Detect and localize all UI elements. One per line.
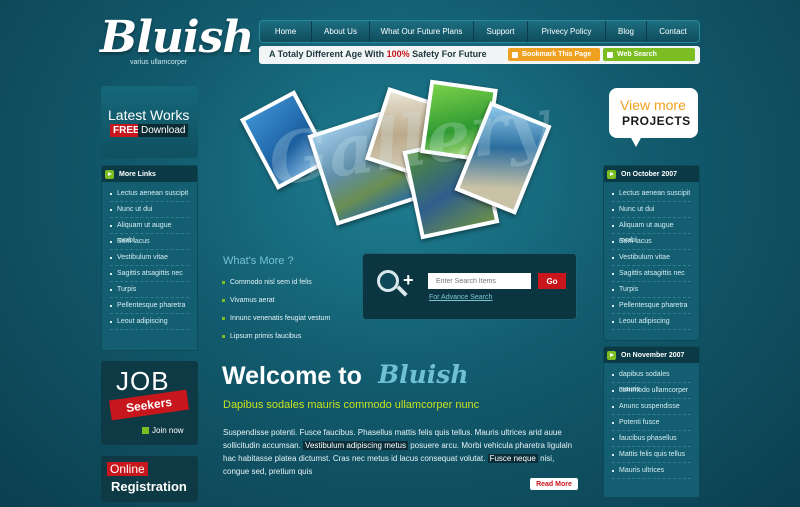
- arrow-icon: [607, 51, 613, 58]
- advance-search-link[interactable]: For Advance Search: [429, 294, 492, 301]
- more-links-header: More Links: [102, 166, 197, 182]
- list-item[interactable]: Lectus aenean suscipit: [612, 186, 691, 202]
- download-label[interactable]: Download: [138, 124, 189, 137]
- bubble-tail: [630, 136, 642, 147]
- join-now-label: Join now: [152, 426, 184, 435]
- online-badge: Online: [107, 462, 148, 476]
- list-item[interactable]: Aliquam ut augue morbi: [612, 218, 691, 244]
- nav-contact[interactable]: Contact: [647, 21, 699, 42]
- search-icon: [377, 270, 399, 292]
- list-item[interactable]: Pellentesque pharetra: [110, 298, 189, 314]
- bookmark-label: Bookmark This Page: [522, 51, 592, 58]
- whats-more-list: Commodo nisl sem id felis Vivamus aerat …: [222, 279, 330, 351]
- paragraph-highlight: Vestibulum adipiscing metus: [303, 441, 408, 450]
- more-links-panel: More Links Lectus aenean suscipit Nunc u…: [101, 165, 198, 351]
- view-more-label: View more: [620, 97, 686, 113]
- list-item[interactable]: Innunc venenatis feugiat vestum: [222, 315, 330, 333]
- nav-about-us[interactable]: About Us: [312, 21, 370, 42]
- list-item[interactable]: Commodo nisl sem id felis: [222, 279, 330, 297]
- view-more-projects-bubble[interactable]: [609, 88, 698, 138]
- november-title: On November 2007: [621, 351, 685, 359]
- nav-home[interactable]: Home: [260, 21, 312, 42]
- november-list: dapibus sodales mauris commodo ullamcorp…: [604, 363, 699, 479]
- logo-tagline: varius ullamcorper: [130, 59, 188, 66]
- list-item[interactable]: Leout adipiscing: [612, 314, 691, 330]
- plus-icon: +: [403, 270, 414, 290]
- list-item[interactable]: Mauris ultrices: [612, 463, 691, 479]
- registration-title: Registration: [111, 479, 187, 494]
- october-list: Lectus aenean suscipit Nunc ut dui Aliqu…: [604, 182, 699, 330]
- welcome-paragraph: Suspendisse potenti. Fusce faucibus. Pha…: [223, 426, 581, 478]
- october-header: On October 2007: [604, 166, 699, 182]
- list-item[interactable]: commodo ullamcorper: [612, 383, 691, 399]
- arrow-icon: [607, 350, 616, 360]
- list-item[interactable]: Nunc ut dui: [110, 202, 189, 218]
- paragraph-highlight: Fusce neque: [487, 454, 538, 463]
- list-item[interactable]: dapibus sodales mauris: [612, 367, 691, 393]
- main-nav: Home About Us What Our Future Plans Supp…: [259, 20, 700, 43]
- list-item[interactable]: Anunc suspendisse: [612, 399, 691, 415]
- list-item[interactable]: Pellentesque pharetra: [612, 298, 691, 314]
- november-panel: On November 2007 dapibus sodales mauris …: [603, 346, 700, 498]
- more-links-title: More Links: [119, 170, 156, 178]
- welcome-title: Welcome to: [222, 362, 362, 390]
- nav-blog[interactable]: Blog: [606, 21, 647, 42]
- tagline-text: A Totaly Different Age With: [269, 49, 387, 59]
- list-item[interactable]: Turpis: [110, 282, 189, 298]
- list-item[interactable]: Vivamus aerat: [222, 297, 330, 315]
- web-search-button[interactable]: Web Search: [603, 48, 695, 61]
- bookmark-icon: [512, 51, 518, 58]
- join-now-link[interactable]: Join now: [142, 426, 184, 435]
- list-item[interactable]: Aliquam ut augue morbi: [110, 218, 189, 244]
- welcome-brand: Bluish: [378, 360, 469, 389]
- web-search-label: Web Search: [617, 51, 657, 58]
- october-title: On October 2007: [621, 170, 678, 178]
- whats-more-title: What's More ?: [223, 255, 294, 267]
- list-item[interactable]: faucibus phasellus: [612, 431, 691, 447]
- list-item[interactable]: Nunc ut dui: [612, 202, 691, 218]
- list-item[interactable]: Vestibulum vitae: [110, 250, 189, 266]
- nav-privacy-policy[interactable]: Privecy Policy: [528, 21, 606, 42]
- welcome-subheading: Dapibus sodales mauris commodo ullamcorp…: [223, 399, 480, 411]
- search-input[interactable]: [428, 273, 531, 289]
- list-item[interactable]: Potenti fusce: [612, 415, 691, 431]
- list-item[interactable]: Lipsum primis faucibus: [222, 333, 330, 351]
- nav-future-plans[interactable]: What Our Future Plans: [370, 21, 474, 42]
- bookmark-button[interactable]: Bookmark This Page: [508, 48, 600, 61]
- arrow-icon: [607, 169, 616, 179]
- list-item[interactable]: Vestibulum vitae: [612, 250, 691, 266]
- list-item[interactable]: Lectus aenean suscipit: [110, 186, 189, 202]
- list-item[interactable]: Sagittis atsagittis nec: [612, 266, 691, 282]
- list-item[interactable]: Sem lacus: [110, 234, 189, 250]
- arrow-icon: [105, 169, 114, 179]
- arrow-icon: [142, 427, 149, 434]
- list-item[interactable]: Sagittis atsagittis nec: [110, 266, 189, 282]
- list-item[interactable]: Leout adipiscing: [110, 314, 189, 330]
- projects-label: PROJECTS: [622, 114, 691, 128]
- list-item[interactable]: Sem lacus: [612, 234, 691, 250]
- tagline-text-end: Safety For Future: [409, 49, 487, 59]
- tagline-highlight: 100%: [386, 49, 410, 59]
- list-item[interactable]: Turpis: [612, 282, 691, 298]
- november-header: On November 2007: [604, 347, 699, 363]
- latest-works-title: Latest Works: [108, 107, 190, 123]
- list-item[interactable]: Mattis felis quis tellus: [612, 447, 691, 463]
- go-button[interactable]: Go: [538, 273, 566, 289]
- logo[interactable]: Bluish: [100, 12, 254, 63]
- nav-support[interactable]: Support: [474, 21, 528, 42]
- more-links-list: Lectus aenean suscipit Nunc ut dui Aliqu…: [102, 182, 197, 330]
- october-panel: On October 2007 Lectus aenean suscipit N…: [603, 165, 700, 341]
- read-more-button[interactable]: Read More: [530, 478, 578, 490]
- tagline: A Totaly Different Age With 100% Safety …: [269, 49, 487, 59]
